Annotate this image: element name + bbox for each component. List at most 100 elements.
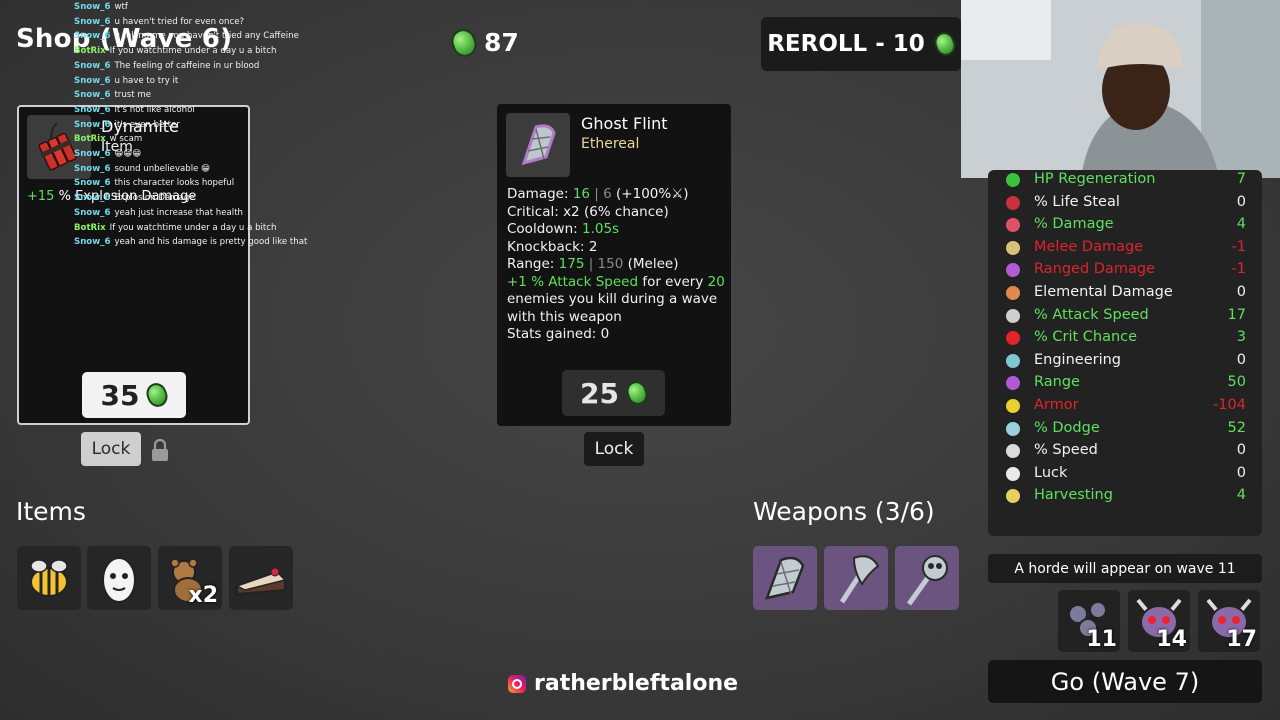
bonus-text: for every [642,273,704,290]
stat-label: % Dodge [1034,419,1100,436]
stat-label: % Crit Chance [1034,329,1138,346]
chat-username: Snow_6 [74,60,111,71]
stat-row[interactable]: Ranged Damage -1 [988,259,1262,281]
stat-value: x2 [563,203,580,220]
stat-row[interactable]: Range 50 [988,372,1262,394]
lock-button[interactable]: Lock [81,432,141,466]
materials-value: 87 [484,28,519,57]
stat-value: -1 [1231,238,1246,255]
stat-row[interactable]: Melee Damage -1 [988,237,1262,259]
chat-username: Snow_6 [74,193,111,204]
stat-label: Range [1034,374,1080,391]
chat-username: Snow_6 [74,178,111,189]
stat-row[interactable]: Elemental Damage 0 [988,282,1262,304]
stat-label: % Life Steal [1034,193,1120,210]
chat-username: BotRix [74,134,106,145]
bonus-kills: 20 [707,273,725,290]
go-next-wave-button[interactable]: Go (Wave 7) [988,660,1262,703]
weapon-slot[interactable] [895,546,959,610]
stat-row[interactable]: % Speed 0 [988,440,1262,462]
bee-icon [30,559,68,597]
item-slot[interactable] [87,546,151,610]
stat-label: Cooldown: [507,221,578,237]
chat-text: The feeling of caffeine in ur blood [114,60,260,71]
chat-username: Snow_6 [74,237,111,248]
lock-button[interactable]: Lock [584,432,644,466]
damage-stat: Damage: 16 | 6 (+100%⚔) [507,186,731,204]
weapon-stats: Damage: 16 | 6 (+100%⚔) Critical: x2 (6%… [507,186,731,344]
stat-row[interactable]: Armor -104 [988,395,1262,417]
chat-text: it's even better [114,119,180,130]
ghost-axe-icon [839,555,880,604]
stat-row[interactable]: % Dodge 52 [988,418,1262,440]
buy-button[interactable]: 25 [562,370,665,416]
item-slot[interactable] [17,546,81,610]
chat-message: Snow_6 u telling me you haven't tried any… [74,29,314,44]
webcam-overlay [961,0,1280,178]
stat-label: HP Regeneration [1034,171,1156,187]
price-value: 25 [580,376,619,410]
enemy-slot: 14 [1128,590,1190,652]
chat-message: Snow_6 this character looks hopeful [74,176,314,191]
weapons-title: Weapons (3/6) [753,497,935,526]
chat-username: Snow_6 [74,2,111,12]
critical-stat: Critical: x2 (6% chance) [507,204,731,222]
stat-base: | 6 [594,186,612,202]
stat-type: (Melee) [627,256,679,272]
weapon-slot[interactable] [824,546,888,610]
material-icon [623,378,651,408]
stat-value: 3 [1236,329,1246,346]
bow-icon [1004,261,1022,279]
hourglass-icon [1004,307,1022,325]
padlock-icon [150,438,170,462]
chat-text: yeah just increase that health [114,207,244,218]
stat-label: % Damage [1034,216,1114,233]
chat-username: BotRix [74,46,106,57]
chat-message: Snow_6 yeah just increase that health [74,206,314,221]
ghost-flint-icon [506,113,570,177]
stat-label: Ranged Damage [1034,261,1155,278]
stat-value: 7 [1236,171,1246,187]
price-value: 35 [100,378,140,412]
chat-message: BotRix If you watchtime under a day u a b… [74,44,314,59]
stat-row[interactable]: % Crit Chance 3 [988,327,1262,349]
stat-value: 50 [1227,374,1246,391]
stat-row[interactable]: Engineering 0 [988,350,1262,372]
chat-text: yeah and his damage is pretty good like … [114,237,308,248]
muscle-icon [1004,216,1022,234]
chat-message: Snow_6 sound unbelievable 😁 [74,162,314,177]
reroll-label: REROLL - 10 [767,31,925,57]
item-slot[interactable] [229,546,293,610]
heart-icon [1004,171,1022,189]
shield-icon [1004,397,1022,415]
stat-row[interactable]: HP Regeneration 7 [988,169,1262,191]
enemy-count: 17 [1226,627,1257,652]
material-icon [447,25,481,60]
knockback-stat: Knockback: 2 [507,239,731,257]
chat-text: If you watchtime under a day u a bitch [109,46,277,57]
stat-row[interactable]: % Attack Speed 17 [988,305,1262,327]
weapon-type: Ethereal [581,136,640,152]
stat-label: Critical: [507,203,559,220]
shop-weapon-card[interactable]: Ghost Flint Ethereal Damage: 16 | 6 (+10… [497,104,731,426]
stat-row[interactable]: % Damage 4 [988,214,1262,236]
stat-row[interactable]: Harvesting 4 [988,485,1262,507]
chat-text: trust me [114,90,152,101]
stat-row[interactable]: % Life Steal 0 [988,192,1262,214]
material-icon [143,380,171,410]
dodge-icon [1004,420,1022,438]
bonus-text: enemies you kill during a wave with this… [507,291,718,325]
stat-label: Luck [1034,464,1068,481]
effect-value: +15 [27,189,55,204]
stat-value: -104 [1213,397,1246,413]
reroll-button[interactable]: REROLL - 10 [761,17,961,71]
chat-message: Snow_6 it's even better [74,118,314,133]
stat-value: 16 [572,186,590,202]
flame-icon [1004,284,1022,302]
chat-text: it's not like alcohol [114,104,195,115]
buy-button[interactable]: 35 [82,372,186,418]
enemy-count: 11 [1086,627,1117,652]
weapon-slot[interactable] [753,546,817,610]
item-slot[interactable]: x2 [158,546,222,610]
stat-row[interactable]: Luck 0 [988,463,1262,485]
